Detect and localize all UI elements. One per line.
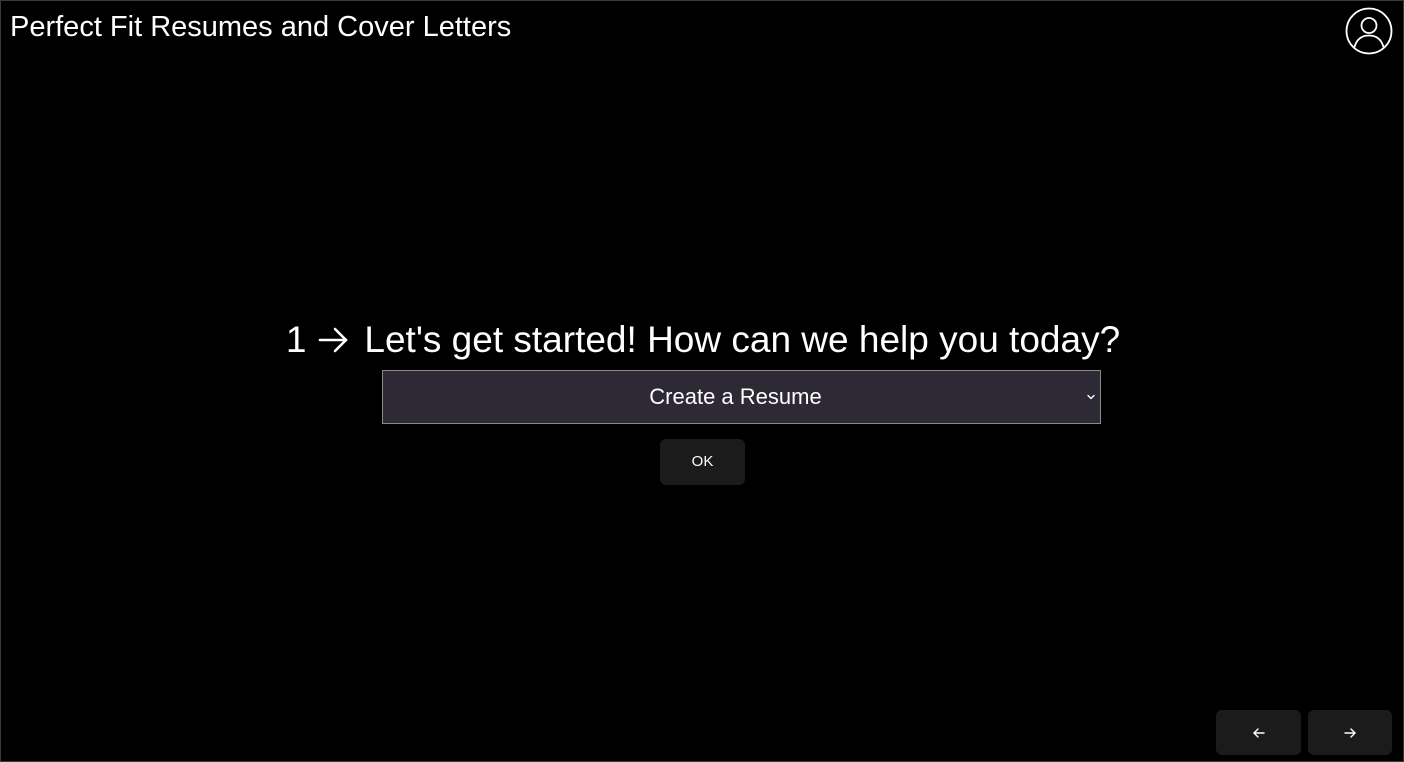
previous-button[interactable] [1216,710,1301,755]
app-window: Perfect Fit Resumes and Cover Letters 1 … [0,0,1404,762]
arrow-left-icon [1252,726,1266,740]
question-number: 1 [285,319,307,360]
arrow-right-icon [318,318,350,362]
ok-button[interactable]: OK [660,439,745,485]
chevron-down-icon [1086,392,1096,402]
next-button[interactable] [1308,710,1392,755]
question-text: Let's get started! How can we help you t… [364,319,1121,360]
arrow-right-icon [1343,726,1357,740]
app-title: Perfect Fit Resumes and Cover Letters [10,11,512,43]
user-circle-icon [1345,7,1393,55]
profile-button[interactable] [1345,7,1393,55]
help-type-select[interactable]: Create a Resume [382,370,1101,424]
question-heading: 1 Let's get started! How can we help you… [1,317,1403,363]
select-selected-value: Create a Resume [649,384,822,409]
